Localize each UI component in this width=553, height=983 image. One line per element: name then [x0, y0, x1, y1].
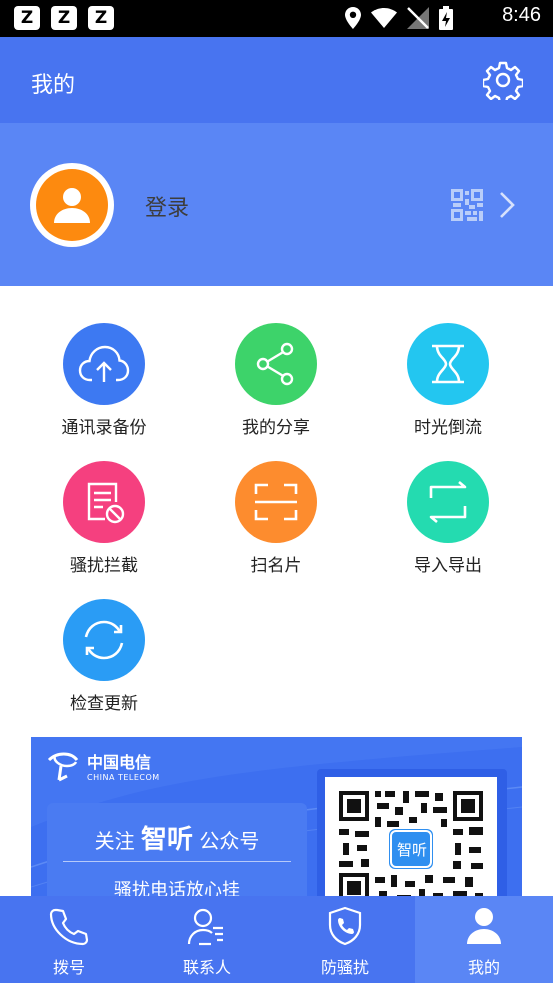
tab-label: 拨号 [52, 958, 85, 977]
block-list-icon [87, 482, 125, 524]
feature-icon-bg [235, 323, 317, 405]
contacts-icon [187, 908, 223, 946]
tab-mine[interactable]: 我的 [415, 896, 553, 983]
wifi-icon [371, 8, 397, 28]
tab-dial[interactable]: 拨号 [0, 896, 138, 983]
feature-import-export[interactable]: 导入导出 [362, 461, 534, 576]
scan-icon [254, 483, 298, 521]
app-header: 我的 [0, 37, 553, 123]
tab-label: 我的 [467, 958, 500, 977]
tab-label: 联系人 [182, 958, 231, 977]
battery-charging-icon [439, 6, 453, 30]
feature-icon-bg [407, 323, 489, 405]
feature-check-update[interactable]: 检查更新 [18, 599, 190, 714]
notification-icon: Z [14, 6, 40, 30]
feature-label: 我的分享 [242, 418, 310, 438]
qr-badge: 智听 [396, 841, 427, 859]
phone-icon [49, 908, 89, 946]
tab-contacts[interactable]: 联系人 [138, 896, 276, 983]
promo-title: 关注 智听 公众号 [47, 819, 307, 856]
feature-icon-bg [235, 461, 317, 543]
bottom-tab-bar: 拨号 联系人 防骚扰 我的 [0, 896, 553, 983]
location-icon [345, 7, 361, 29]
profile-section[interactable]: 登录 [0, 123, 553, 286]
gear-icon[interactable] [483, 60, 523, 100]
feature-label: 通讯录备份 [61, 418, 147, 438]
feature-icon-bg [63, 461, 145, 543]
promo-name: 智听 [140, 825, 193, 855]
promo-suffix: 公众号 [199, 829, 260, 853]
avatar[interactable] [30, 163, 114, 247]
feature-label: 骚扰拦截 [70, 556, 138, 576]
shield-phone-icon [328, 906, 362, 946]
no-signal-icon [407, 7, 429, 29]
promo-prefix: 关注 [94, 829, 135, 853]
brand-name-en: CHINA TELECOM [87, 773, 160, 782]
import-export-icon [429, 481, 467, 523]
clock: 8:46 [502, 4, 541, 26]
notification-icon: Z [88, 6, 114, 30]
feature-my-share[interactable]: 我的分享 [190, 323, 362, 438]
person-icon [54, 188, 90, 223]
person-icon [467, 908, 501, 944]
screen: Z Z Z 8:46 我的 登录 通讯录备份 我的分享 时光倒流 骚扰拦截 扫名… [0, 0, 553, 983]
feature-icon-bg [407, 461, 489, 543]
china-telecom-logo: 中国电信 CHINA TELECOM [45, 749, 160, 782]
feature-scan-card[interactable]: 扫名片 [190, 461, 362, 576]
feature-grid: 通讯录备份 我的分享 时光倒流 骚扰拦截 扫名片 导入导出 检查更新 [0, 286, 553, 736]
brand-name: 中国电信 [87, 753, 152, 772]
cloud-upload-icon [78, 345, 130, 382]
feature-label: 时光倒流 [414, 418, 482, 438]
feature-contacts-backup[interactable]: 通讯录备份 [18, 323, 190, 438]
tab-label: 防骚扰 [320, 958, 369, 977]
refresh-icon [84, 620, 124, 660]
feature-icon-bg [63, 599, 145, 681]
hourglass-icon [432, 344, 464, 384]
feature-label: 扫名片 [250, 556, 302, 576]
telecom-logo-icon [47, 752, 79, 781]
tab-anti-spam[interactable]: 防骚扰 [276, 896, 414, 983]
feature-icon-bg [63, 323, 145, 405]
share-icon [256, 342, 294, 386]
feature-label: 导入导出 [414, 556, 482, 576]
notification-icon: Z [51, 6, 77, 30]
promo-banner[interactable]: 中国电信 CHINA TELECOM 关注 智听 公众号 骚扰电话放心挂 智听 [31, 737, 522, 917]
feature-spam-block[interactable]: 骚扰拦截 [18, 461, 190, 576]
feature-time-rewind[interactable]: 时光倒流 [362, 323, 534, 438]
status-icons [345, 6, 453, 30]
promo-divider [63, 861, 291, 862]
feature-label: 检查更新 [70, 694, 138, 714]
status-bar: Z Z Z 8:46 [0, 0, 553, 37]
page-title: 我的 [31, 73, 76, 98]
qr-code-icon[interactable] [451, 189, 483, 221]
chevron-right-icon[interactable] [498, 191, 516, 219]
avatar-circle [36, 169, 108, 241]
login-label[interactable]: 登录 [145, 190, 189, 222]
